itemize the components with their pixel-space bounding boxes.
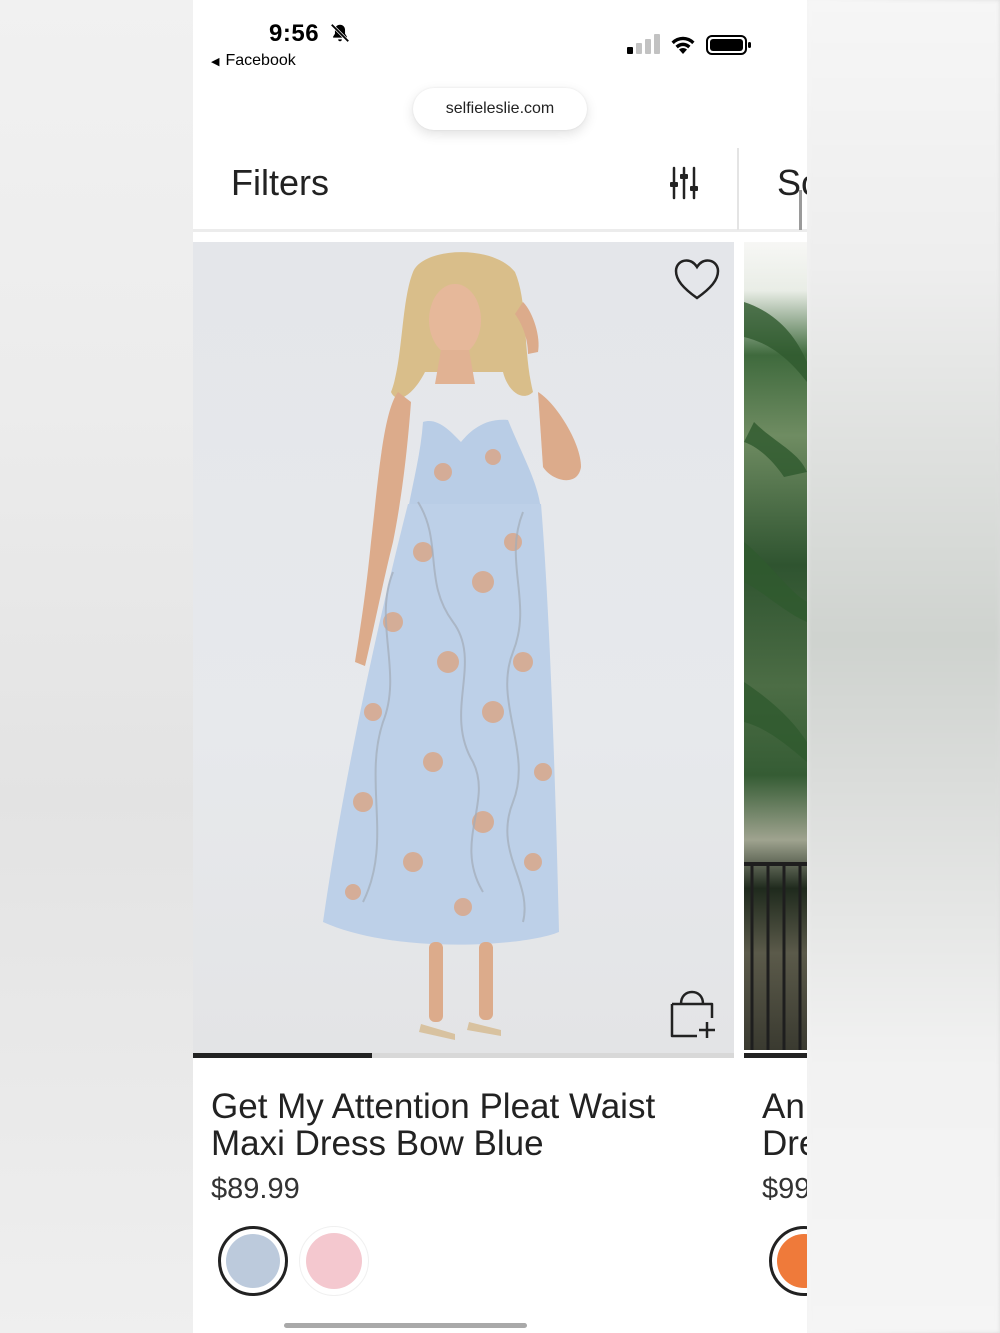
url-bar[interactable]: selfieleslie.com [413,88,587,130]
image-carousel-progress [193,1053,734,1058]
home-indicator[interactable] [284,1323,527,1328]
background-left-blur [0,0,193,1333]
product-photo-dress [323,252,581,1040]
background-right-blur [807,0,1000,1333]
product-image[interactable] [193,242,734,1056]
product-title-2-line1: An [762,1087,805,1126]
phone-screen: 9:56 ◀ Facebook selfieleslie.com Filters [193,0,807,1333]
bell-muted-icon [330,23,350,43]
heart-icon[interactable] [673,258,721,302]
wifi-icon [671,36,695,54]
filters-button[interactable]: Filters [231,162,329,204]
product-photo-palms [744,302,807,1050]
product-title-2-line2: Dre [762,1124,807,1163]
url-text: selfieleslie.com [445,100,555,117]
product-price: $89.99 [211,1173,300,1205]
toolbar-scroll-indicator [799,190,802,230]
battery-icon [706,35,751,55]
product-title[interactable]: Get My Attention Pleat Waist Maxi Dress … [211,1088,721,1162]
sliders-icon[interactable] [669,166,699,200]
image-carousel-progress-fill [193,1053,372,1058]
color-swatch-pink[interactable] [299,1226,369,1296]
image-carousel-progress-2 [744,1053,807,1058]
color-swatch-blue[interactable] [218,1226,288,1296]
color-swatch-orange[interactable] [769,1226,807,1296]
product-image-2[interactable] [744,242,807,1050]
status-time: 9:56 [269,20,320,47]
back-app-label: Facebook [225,52,296,69]
filters-toolbar: Filters So [193,140,807,232]
toolbar-divider [737,148,739,230]
product-title-2[interactable]: An Dre [762,1088,807,1162]
back-arrow-icon: ◀ [211,55,220,68]
shopping-bag-plus-icon[interactable] [667,988,719,1040]
cellular-signal-icon [627,34,660,54]
back-to-app-link[interactable]: ◀ Facebook [211,52,296,70]
sort-button[interactable]: So [777,162,807,204]
product-price-2: $99 [762,1173,807,1205]
